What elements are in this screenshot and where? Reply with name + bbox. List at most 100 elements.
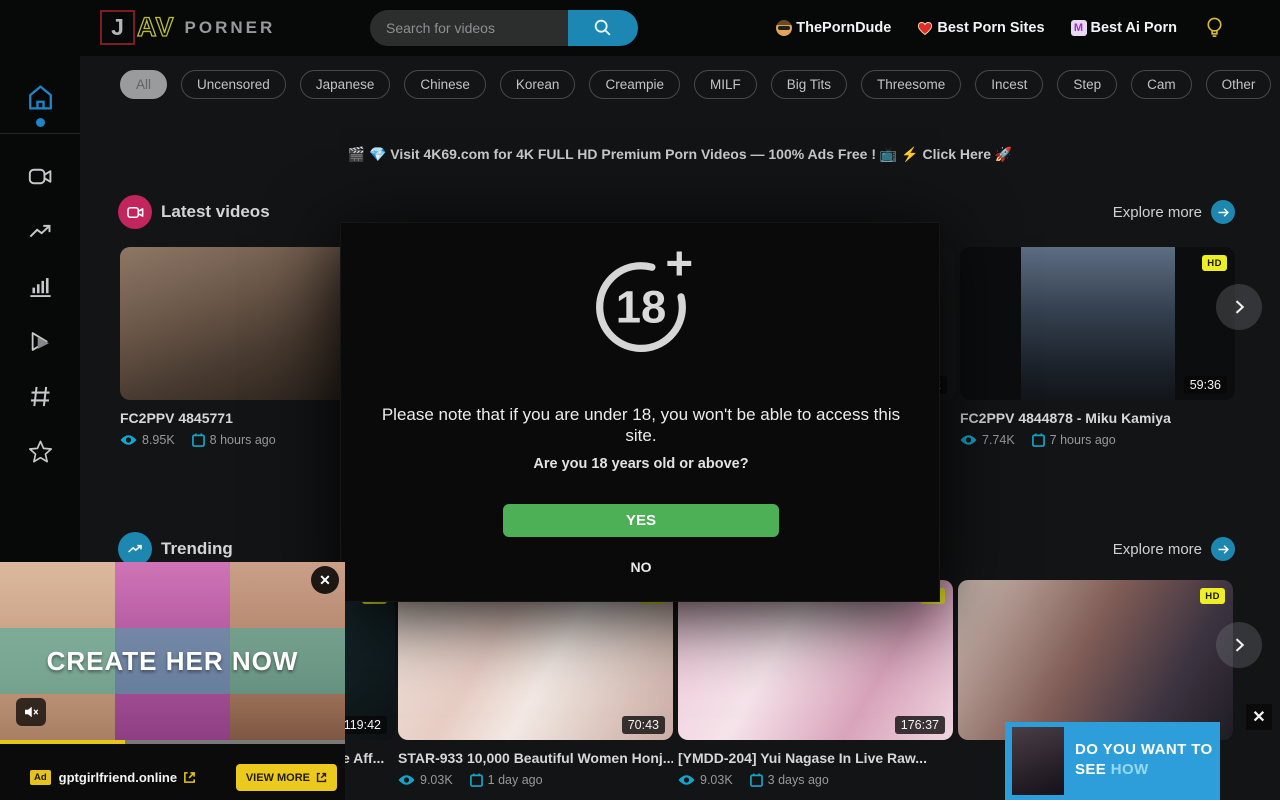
link-label: ThePornDude <box>796 20 891 36</box>
category-pill-uncensored[interactable]: Uncensored <box>181 70 286 99</box>
external-link-icon <box>183 771 196 784</box>
trending-header: Trending <box>118 532 233 566</box>
ad-progress-bar[interactable] <box>0 740 345 744</box>
sidebar-divider <box>0 133 80 134</box>
view-count: 7.74K <box>982 433 1015 447</box>
category-pill-cam[interactable]: Cam <box>1131 70 1192 99</box>
ad-text-line1: DO YOU WANT TO <box>1075 740 1213 760</box>
category-pill-other[interactable]: Other <box>1206 70 1272 99</box>
calendar-icon <box>1032 433 1045 447</box>
duration-badge: 119:42 <box>338 716 387 734</box>
hashtag-icon[interactable] <box>27 383 54 410</box>
video-card[interactable]: HD 59:36 FC2PPV 4844878 - Miku Kamiya 7.… <box>960 247 1235 447</box>
lightbulb-icon[interactable] <box>1203 15 1226 41</box>
category-pill-japanese[interactable]: Japanese <box>300 70 391 99</box>
videos-icon[interactable] <box>27 163 54 190</box>
svg-text:18: 18 <box>616 282 667 333</box>
mute-button[interactable] <box>16 698 46 726</box>
duration-badge: 59:36 <box>1184 376 1227 394</box>
age-verification-modal: 18 + Please note that if you are under 1… <box>340 222 940 602</box>
latest-next-button[interactable] <box>1216 284 1262 330</box>
latest-explore-more[interactable]: Explore more <box>1113 200 1235 224</box>
thumbnail-image-placeholder <box>1021 247 1175 400</box>
trending-next-button[interactable] <box>1216 622 1262 668</box>
category-pill-incest[interactable]: Incest <box>975 70 1043 99</box>
age-yes-button[interactable]: YES <box>503 504 779 537</box>
video-card[interactable]: HD 176:37 [YMDD-204] Yui Nagase In Live … <box>678 580 953 787</box>
views-eye-icon <box>398 774 415 786</box>
category-pill-creampie[interactable]: Creampie <box>589 70 680 99</box>
banner-ad[interactable]: DO YOU WANT TO SEE HOW <box>1005 722 1220 800</box>
link-best-ai-porn[interactable]: M Best Ai Porn <box>1071 20 1177 36</box>
age-18-plus-icon: 18 + <box>579 243 703 367</box>
arrow-right-icon <box>1211 537 1235 561</box>
search-input[interactable] <box>370 10 568 46</box>
video-thumbnail[interactable]: HD 70:43 <box>398 580 673 740</box>
trending-up-icon <box>126 540 144 558</box>
svg-text:+: + <box>665 243 693 290</box>
arrow-right-icon <box>1211 200 1235 224</box>
category-pill-step[interactable]: Step <box>1057 70 1117 99</box>
chevron-right-icon <box>1229 635 1249 655</box>
trending-explore-more[interactable]: Explore more <box>1113 537 1235 561</box>
stats-icon[interactable] <box>27 273 54 300</box>
views-eye-icon <box>960 434 977 446</box>
home-icon[interactable] <box>26 83 55 112</box>
upload-age: 8 hours ago <box>210 433 276 447</box>
views-eye-icon <box>678 774 695 786</box>
upload-age: 7 hours ago <box>1050 433 1116 447</box>
link-label: Best Porn Sites <box>937 20 1044 36</box>
search-bar <box>370 10 638 46</box>
section-title: Trending <box>161 539 233 559</box>
banner-ad-close-button[interactable]: ✕ <box>1246 704 1272 730</box>
video-card[interactable]: HD 70:43 STAR-933 10,000 Beautiful Women… <box>398 580 673 787</box>
ad-cta-label: VIEW MORE <box>246 772 310 784</box>
site-logo[interactable]: J AV PORNER <box>100 10 275 45</box>
ad-label-badge: Ad <box>30 770 51 785</box>
ad-view-more-button[interactable]: VIEW MORE <box>236 764 337 791</box>
video-thumbnail[interactable]: HD 59:36 <box>960 247 1235 400</box>
ad-progress-fill <box>0 740 125 744</box>
upload-age: 1 day ago <box>488 773 543 787</box>
star-icon[interactable] <box>27 438 54 465</box>
promo-banner-link[interactable]: 🎬 💎 Visit 4K69.com for 4K FULL HD Premiu… <box>80 146 1280 163</box>
video-title[interactable]: [YMDD-204] Yui Nagase In Live Raw... <box>678 750 953 766</box>
search-icon <box>592 17 614 39</box>
video-title[interactable]: STAR-933 10,000 Beautiful Women Honj... <box>398 750 673 766</box>
category-pill-all[interactable]: All <box>120 70 167 99</box>
search-button[interactable] <box>568 10 638 46</box>
video-title[interactable]: FC2PPV 4844878 - Miku Kamiya <box>960 410 1235 426</box>
link-theporndude[interactable]: ThePornDude <box>776 20 891 36</box>
duration-badge: 70:43 <box>622 716 665 734</box>
video-thumbnail[interactable]: HD <box>958 580 1233 740</box>
ad-info-bar: Ad gptgirlfriend.online VIEW MORE <box>0 755 345 800</box>
video-meta: 9.03K 3 days ago <box>678 773 953 787</box>
latest-videos-badge <box>118 195 152 229</box>
explore-more-label: Explore more <box>1113 204 1202 221</box>
ad-domain-link[interactable]: gptgirlfriend.online <box>59 770 177 785</box>
chevron-right-icon <box>1229 297 1249 317</box>
category-pill-bigtits[interactable]: Big Tits <box>771 70 847 99</box>
age-question-text: Are you 18 years old or above? <box>341 456 941 472</box>
view-count: 8.95K <box>142 433 175 447</box>
duration-badge: 176:37 <box>895 716 945 734</box>
play-icon[interactable] <box>27 328 54 355</box>
ad-close-button[interactable]: ✕ <box>311 566 339 594</box>
link-best-porn-sites[interactable]: Best Porn Sites <box>917 20 1044 36</box>
video-card[interactable]: HD <box>958 580 1233 740</box>
trending-icon[interactable] <box>27 218 54 245</box>
explore-more-label: Explore more <box>1113 541 1202 558</box>
heart-icon <box>917 21 933 36</box>
category-pill-threesome[interactable]: Threesome <box>861 70 961 99</box>
age-no-button[interactable]: NO <box>341 559 941 575</box>
logo-av-mark: AV <box>137 12 175 43</box>
ad-headline-band: CREATE HER NOW <box>0 628 345 694</box>
category-pill-korean[interactable]: Korean <box>500 70 576 99</box>
porndude-icon <box>776 20 792 36</box>
video-thumbnail[interactable]: HD 176:37 <box>678 580 953 740</box>
header-links: ThePornDude Best Porn Sites M Best Ai Po… <box>776 0 1226 56</box>
trending-badge <box>118 532 152 566</box>
external-link-icon <box>316 772 327 783</box>
category-pill-milf[interactable]: MILF <box>694 70 757 99</box>
category-pill-chinese[interactable]: Chinese <box>404 70 486 99</box>
